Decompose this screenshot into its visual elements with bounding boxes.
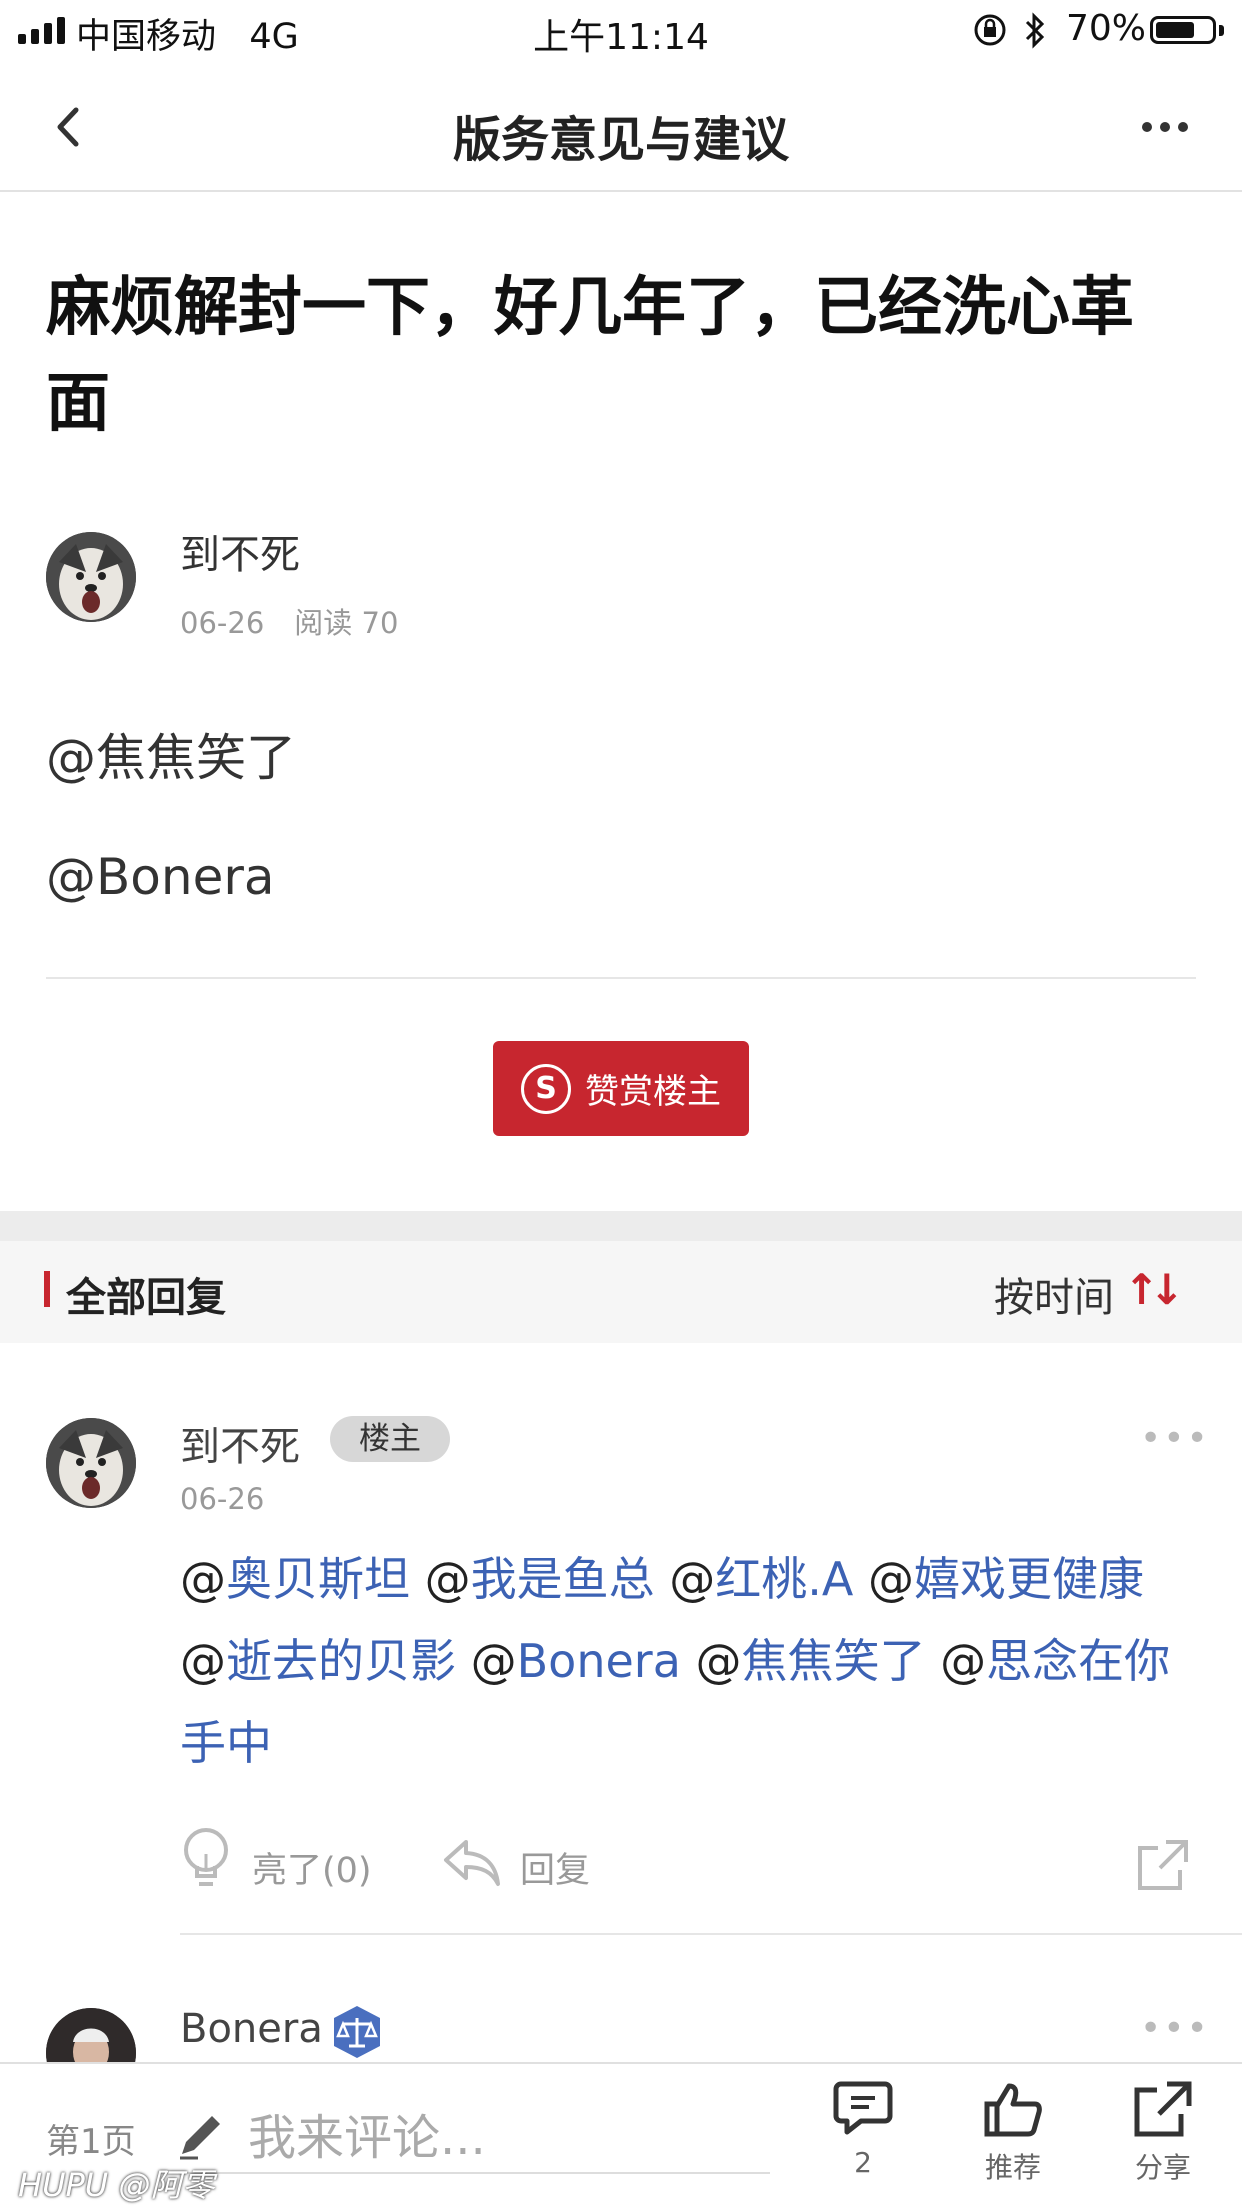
post-body-mention[interactable]: @Bonera — [46, 848, 275, 906]
comment-input[interactable]: 我来评论... — [248, 2098, 486, 2168]
comment-input-underline — [178, 2172, 770, 2174]
share-label: 分享 — [1134, 2151, 1191, 2184]
divider — [180, 1933, 1242, 1935]
mention-link[interactable]: 我是鱼总 — [471, 1552, 655, 1606]
reply-date: 06-26 — [180, 1482, 265, 1516]
mention-link[interactable]: Bonera — [517, 1634, 681, 1688]
post-title: 麻烦解封一下，好几年了，已经洗心革面 — [46, 271, 1134, 441]
status-time: 上午11:14 — [533, 17, 709, 58]
moderator-badge-icon — [334, 2006, 380, 2058]
watermark: HUPU @阿零 — [18, 2166, 215, 2204]
sort-button[interactable]: 按时间 — [994, 1265, 1114, 1323]
comments-button[interactable]: 2 — [808, 2080, 918, 2179]
husky-avatar-image — [46, 1418, 136, 1508]
mention-link[interactable]: 焦焦笑了 — [742, 1634, 926, 1688]
recommend-label: 推荐 — [984, 2151, 1041, 2184]
divider — [46, 977, 1196, 979]
thumbs-up-icon — [984, 2083, 1042, 2137]
reply-arrow-icon[interactable] — [440, 1836, 504, 1888]
mention-link[interactable]: 红桃.A — [715, 1552, 853, 1606]
light-count-button[interactable]: 亮了(0) — [252, 1842, 372, 1893]
section-gap — [0, 1211, 1242, 1241]
author-avatar[interactable] — [46, 532, 136, 622]
battery-tip — [1219, 25, 1224, 36]
battery-percent: 70% — [1066, 8, 1147, 49]
reply-more-icon[interactable]: ••• — [1140, 1418, 1210, 1459]
read-count: 阅读 70 — [294, 606, 399, 640]
share-bottom-button[interactable]: 分享 — [1108, 2080, 1218, 2186]
rotation-lock-icon — [974, 14, 1006, 46]
post-body-mention[interactable]: @焦焦笑了 — [46, 718, 296, 790]
status-bar: 中国移动 4G 上午11:14 70% — [0, 0, 1242, 62]
replies-header: 全部回复 按时间 ↑↓ — [0, 1241, 1242, 1343]
pencil-icon — [180, 2116, 220, 2160]
reply-author[interactable]: 到不死 — [180, 1414, 300, 1472]
reply-button[interactable]: 回复 — [520, 1842, 590, 1893]
mention-link[interactable]: 嬉戏更健康 — [914, 1552, 1144, 1606]
mention-link[interactable]: 奥贝斯坦 — [226, 1552, 410, 1606]
recommend-button[interactable]: 推荐 — [958, 2080, 1068, 2186]
post-meta: 06-26 阅读 70 — [180, 600, 398, 642]
page-indicator[interactable]: 第1页 — [46, 2114, 136, 2163]
share-icon[interactable] — [1136, 1838, 1190, 1892]
lightbulb-icon[interactable] — [180, 1826, 232, 1892]
more-options-icon[interactable] — [1140, 120, 1190, 134]
reward-button[interactable]: S 赞赏楼主 — [493, 1041, 749, 1136]
nav-bar: 版务意见与建议 — [0, 62, 1242, 192]
husky-avatar-image — [46, 532, 136, 622]
reply-author[interactable]: Bonera — [180, 2006, 323, 2052]
comment-count: 2 — [854, 2146, 872, 2179]
page-title: 版务意见与建议 — [452, 112, 789, 168]
share-icon — [1134, 2081, 1192, 2137]
post-author[interactable]: 到不死 — [180, 522, 300, 580]
battery-icon — [1150, 16, 1216, 44]
bluetooth-icon — [1025, 12, 1045, 49]
reward-label: 赞赏楼主 — [585, 1072, 721, 1112]
op-badge: 楼主 — [330, 1416, 450, 1462]
sort-arrows-icon[interactable]: ↑↓ — [1124, 1265, 1184, 1314]
comment-bubble-icon — [833, 2081, 893, 2135]
reward-coin-icon: S — [521, 1063, 571, 1114]
reply-avatar[interactable] — [46, 1418, 136, 1508]
mention-link[interactable]: 逝去的贝影 — [226, 1634, 456, 1688]
reply-more-icon[interactable]: ••• — [1140, 2008, 1210, 2049]
reply-mentions: @奥贝斯坦 @我是鱼总 @红桃.A @嬉戏更健康 @逝去的贝影 @Bonera … — [180, 1552, 1171, 1770]
post-date: 06-26 — [180, 606, 265, 640]
section-accent-bar — [44, 1271, 50, 1307]
all-replies-label: 全部回复 — [66, 1275, 226, 1321]
